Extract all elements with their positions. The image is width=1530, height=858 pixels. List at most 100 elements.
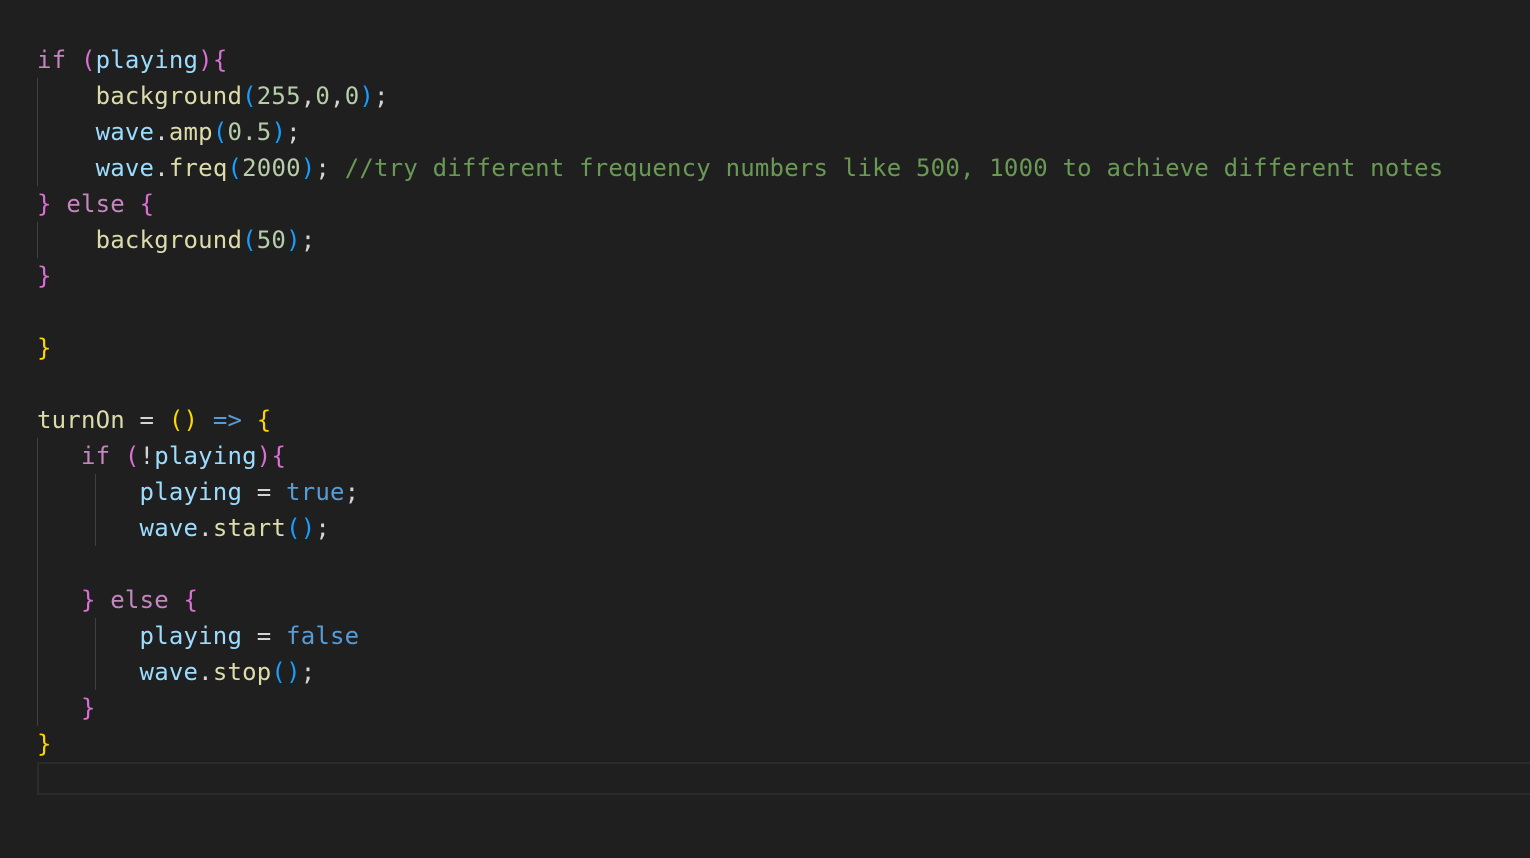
code-line-close-draw[interactable]: } [37,330,52,366]
code-token: ( [227,154,243,182]
code-token: background [95,82,243,110]
code-token: 2000 [242,154,301,182]
code-token: playing [95,46,199,74]
code-token: ) [256,442,272,470]
code-line-background-50[interactable]: background(50); [37,222,316,258]
code-line-wave-freq[interactable]: wave.freq(2000); //try different frequen… [37,150,1444,186]
code-token: } [80,694,96,722]
code-line-close-turnon[interactable]: } [37,726,52,762]
code-token: , [300,82,316,110]
code-token: . [154,154,169,182]
code-token: playing [154,442,257,470]
code-line-wave-start[interactable]: wave.start(); [37,510,330,546]
code-token: ) [286,226,301,254]
code-token: wave [139,658,199,686]
code-line-close-else-2[interactable]: } [37,690,96,726]
code-token: false [286,622,360,650]
code-line-playing-true[interactable]: playing = true; [37,474,360,510]
code-token: () [271,658,301,686]
code-token: else [66,190,125,218]
code-line-background-red[interactable]: background(255,0,0); [37,78,389,114]
code-token: 50 [256,226,287,254]
code-line-turnon[interactable]: turnOn = () => { [37,402,271,438]
code-token: wave [95,118,155,146]
code-token: if [80,442,111,470]
code-token: true [286,478,345,506]
code-token: playing [139,622,243,650]
code-token: stop [212,658,272,686]
code-line-else-1[interactable]: } else { [37,186,154,222]
code-token: if [37,46,67,74]
code-line-else-2[interactable]: } else { [37,582,198,618]
code-token: ; [315,154,345,182]
current-line-highlight[interactable] [37,762,1530,795]
code-token: wave [139,514,199,542]
code-token: ) [300,154,316,182]
code-token: . [198,658,213,686]
code-token: ( [212,118,228,146]
code-token: { [271,442,287,470]
code-token: ; [315,514,331,542]
code-token: playing [139,478,243,506]
code-token: freq [168,154,228,182]
code-token: 0.5 [227,118,272,146]
code-token: () [168,406,199,434]
code-token: } [80,586,96,614]
code-token: ; [374,82,389,110]
code-line-wave-stop[interactable]: wave.stop(); [37,654,316,690]
code-token: ( [242,226,257,254]
code-token: { [256,406,272,434]
code-token: background [95,226,243,254]
code-token: () [286,514,316,542]
code-token: . [198,514,213,542]
code-token: ) [198,46,213,74]
code-token: ( [124,442,140,470]
code-token: wave [95,154,155,182]
code-token: ; [300,226,316,254]
code-token: { [139,190,155,218]
code-token: //try different frequency numbers like 5… [344,154,1444,182]
code-token: } [37,730,52,758]
code-editor[interactable]: if (playing){ background(255,0,0); wave.… [0,0,1530,858]
code-token: ) [359,82,374,110]
code-token: = [124,406,169,434]
code-line-wave-amp[interactable]: wave.amp(0.5); [37,114,301,150]
code-token: { [183,586,199,614]
code-line-if-playing[interactable]: if (playing){ [37,42,227,78]
code-token: amp [168,118,213,146]
code-token: => [212,406,243,434]
code-token: ; [344,478,360,506]
code-token: = [242,478,287,506]
code-token: = [242,622,287,650]
code-line-playing-false[interactable]: playing = false [37,618,360,654]
code-token: , [330,82,345,110]
code-line-close-else-1[interactable]: } [37,258,52,294]
code-token: 0 [315,82,331,110]
code-token: 0 [344,82,360,110]
code-token: } [37,190,52,218]
code-token: ) [271,118,287,146]
code-line-if-not-playing[interactable]: if (!playing){ [37,438,286,474]
code-token: ( [242,82,257,110]
code-token: 255 [256,82,301,110]
code-token: ( [80,46,96,74]
code-token: ! [139,442,155,470]
code-token: start [212,514,287,542]
